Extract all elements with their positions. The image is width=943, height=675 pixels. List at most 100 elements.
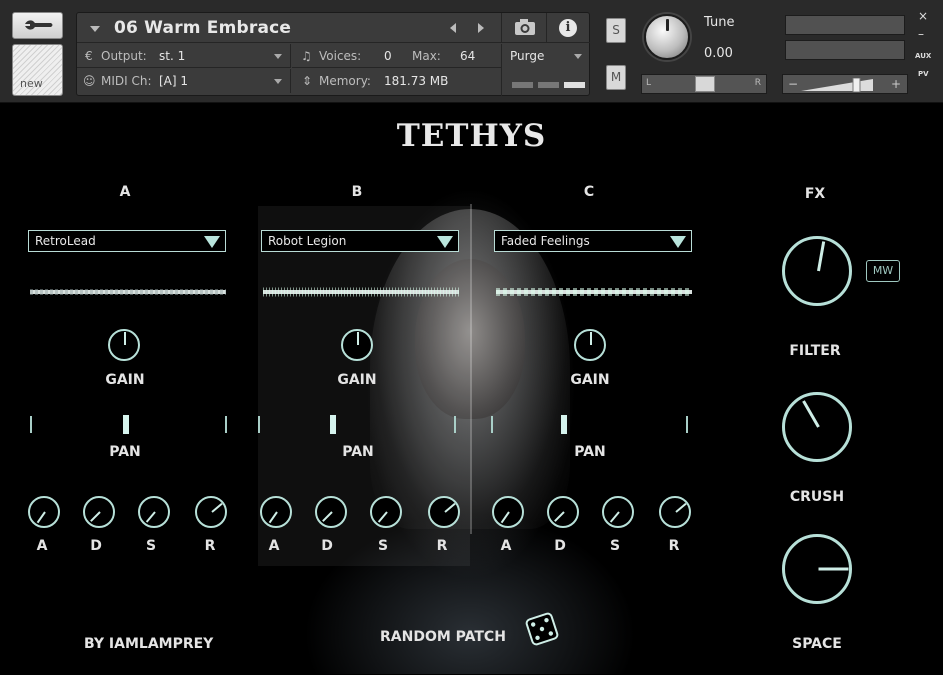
filter-label: FILTER [789, 343, 841, 359]
layer-c-sustain-label: S [609, 538, 621, 554]
snapshot-new-button[interactable]: new [12, 44, 63, 96]
master-volume-slider[interactable]: − + [782, 74, 908, 94]
chevron-down-icon [437, 236, 453, 248]
kontakt-header: new 06 Warm Embrace i € Output: st. 1 ☺ … [0, 0, 943, 103]
layer-b-sustain-knob[interactable] [370, 496, 402, 528]
layer-a-label: A [119, 184, 131, 200]
max-voices-value[interactable]: 64 [460, 49, 475, 63]
voices-label: Voices: [319, 49, 362, 63]
layer-a-release-label: R [204, 538, 216, 554]
layer-b-pan-handle[interactable] [330, 415, 336, 434]
instrument-menu-icon[interactable] [90, 26, 100, 32]
pan-right-label: R [754, 78, 761, 88]
layer-c-gain-label: GAIN [570, 372, 610, 388]
layer-b-gain-knob[interactable] [341, 329, 373, 361]
chevron-down-icon [204, 236, 220, 248]
layer-b-decay-knob[interactable] [315, 496, 347, 528]
layer-c-release-label: R [668, 538, 680, 554]
max-label: Max: [412, 49, 441, 63]
master-pan-handle[interactable] [695, 76, 715, 92]
layer-b-attack-knob[interactable] [260, 496, 292, 528]
instrument-panel: TETHYS A RetroLead GAIN PAN A D S R B Ro… [0, 104, 943, 675]
tune-knob[interactable] [644, 14, 690, 60]
previous-instrument-icon[interactable] [450, 23, 456, 33]
volume-plus-label: + [890, 77, 901, 91]
mute-button[interactable]: M [606, 65, 626, 90]
layer-c-decay-knob[interactable] [547, 496, 579, 528]
purge-label[interactable]: Purge [510, 49, 544, 63]
output-row[interactable]: € Output: st. 1 [77, 44, 291, 68]
layer-a-pan-handle[interactable] [123, 415, 129, 434]
instrument-name-row[interactable]: 06 Warm Embrace [77, 13, 501, 43]
voices-row: ♫ Voices: 0 Max: 64 [292, 44, 501, 68]
next-instrument-icon[interactable] [478, 23, 484, 33]
snapshot-camera-button[interactable] [501, 13, 546, 43]
chevron-down-icon [670, 236, 686, 248]
info-button[interactable]: i [546, 13, 590, 43]
output-icon: € [85, 49, 93, 63]
layer-c-release-knob[interactable] [659, 496, 691, 528]
purge-dropdown-icon[interactable] [574, 54, 582, 59]
tune-value: 0.00 [704, 46, 733, 61]
instrument-name[interactable]: 06 Warm Embrace [114, 18, 291, 38]
tune-label: Tune [704, 15, 735, 30]
output-dropdown-icon[interactable] [274, 54, 282, 59]
layer-b-waveform [263, 287, 459, 297]
layer-c-preset-dropdown[interactable]: Faded Feelings [494, 230, 692, 252]
midi-label: MIDI Ch: [101, 74, 152, 88]
layer-a-release-knob[interactable] [195, 496, 227, 528]
layer-c-attack-knob[interactable] [492, 496, 524, 528]
mod-wheel-button[interactable]: MW [866, 260, 900, 282]
random-patch-label[interactable]: RANDOM PATCH [380, 629, 506, 645]
wrench-button[interactable] [12, 12, 63, 39]
layer-a-pan-left-mark [30, 416, 32, 433]
solo-button[interactable]: S [606, 18, 626, 43]
crush-label: CRUSH [789, 489, 845, 505]
layer-b-label: B [351, 184, 363, 200]
layer-a-sustain-knob[interactable] [138, 496, 170, 528]
close-instrument-button[interactable]: × [918, 9, 928, 23]
layer-c-pan-right-mark [686, 416, 688, 433]
layer-a-preset-dropdown[interactable]: RetroLead [28, 230, 226, 252]
layer-c-sustain-knob[interactable] [602, 496, 634, 528]
disk-meter-segment [538, 82, 559, 88]
layer-a-gain-label: GAIN [105, 372, 145, 388]
layer-b-attack-label: A [268, 538, 280, 554]
aux-button[interactable]: AUX [915, 52, 931, 60]
layer-c-waveform [496, 288, 692, 296]
layer-b-release-knob[interactable] [428, 496, 460, 528]
layer-b-preset-dropdown[interactable]: Robot Legion [261, 230, 459, 252]
minimize-instrument-button[interactable]: – [918, 27, 924, 41]
layer-a-pan-label: PAN [109, 444, 141, 460]
midi-row[interactable]: ☺ MIDI Ch: [A] 1 [77, 69, 291, 93]
dice-icon[interactable] [523, 610, 561, 648]
midi-dropdown-icon[interactable] [274, 79, 282, 84]
purge-cell[interactable]: Purge [501, 44, 590, 96]
layer-a-attack-knob[interactable] [28, 496, 60, 528]
output-value[interactable]: st. 1 [159, 49, 185, 63]
crush-knob[interactable] [782, 392, 852, 462]
layer-c-pan-left-mark [491, 416, 493, 433]
filter-knob[interactable] [782, 236, 852, 306]
layer-a-waveform [30, 289, 226, 295]
output-meter-left [785, 15, 905, 35]
layer-c-gain-knob[interactable] [574, 329, 606, 361]
space-label: SPACE [792, 636, 842, 652]
layer-c-pan-handle[interactable] [561, 415, 567, 434]
pv-button[interactable]: PV [918, 70, 929, 78]
layer-a-decay-knob[interactable] [83, 496, 115, 528]
memory-value: 181.73 MB [384, 74, 449, 88]
volume-minus-label: − [788, 77, 799, 91]
output-meter-right [785, 40, 905, 60]
space-knob[interactable] [782, 534, 852, 604]
master-pan-slider[interactable]: L R [641, 74, 767, 94]
layer-a-pan-right-mark [225, 416, 227, 433]
layer-a-gain-knob[interactable] [108, 329, 140, 361]
voices-icon: ♫ [301, 49, 312, 63]
pan-left-label: L [646, 78, 652, 88]
layer-b-sustain-label: S [377, 538, 389, 554]
volume-ramp-icon [801, 78, 873, 92]
voices-value: 0 [384, 49, 392, 63]
midi-value[interactable]: [A] 1 [159, 74, 188, 88]
layer-c-decay-label: D [554, 538, 566, 554]
